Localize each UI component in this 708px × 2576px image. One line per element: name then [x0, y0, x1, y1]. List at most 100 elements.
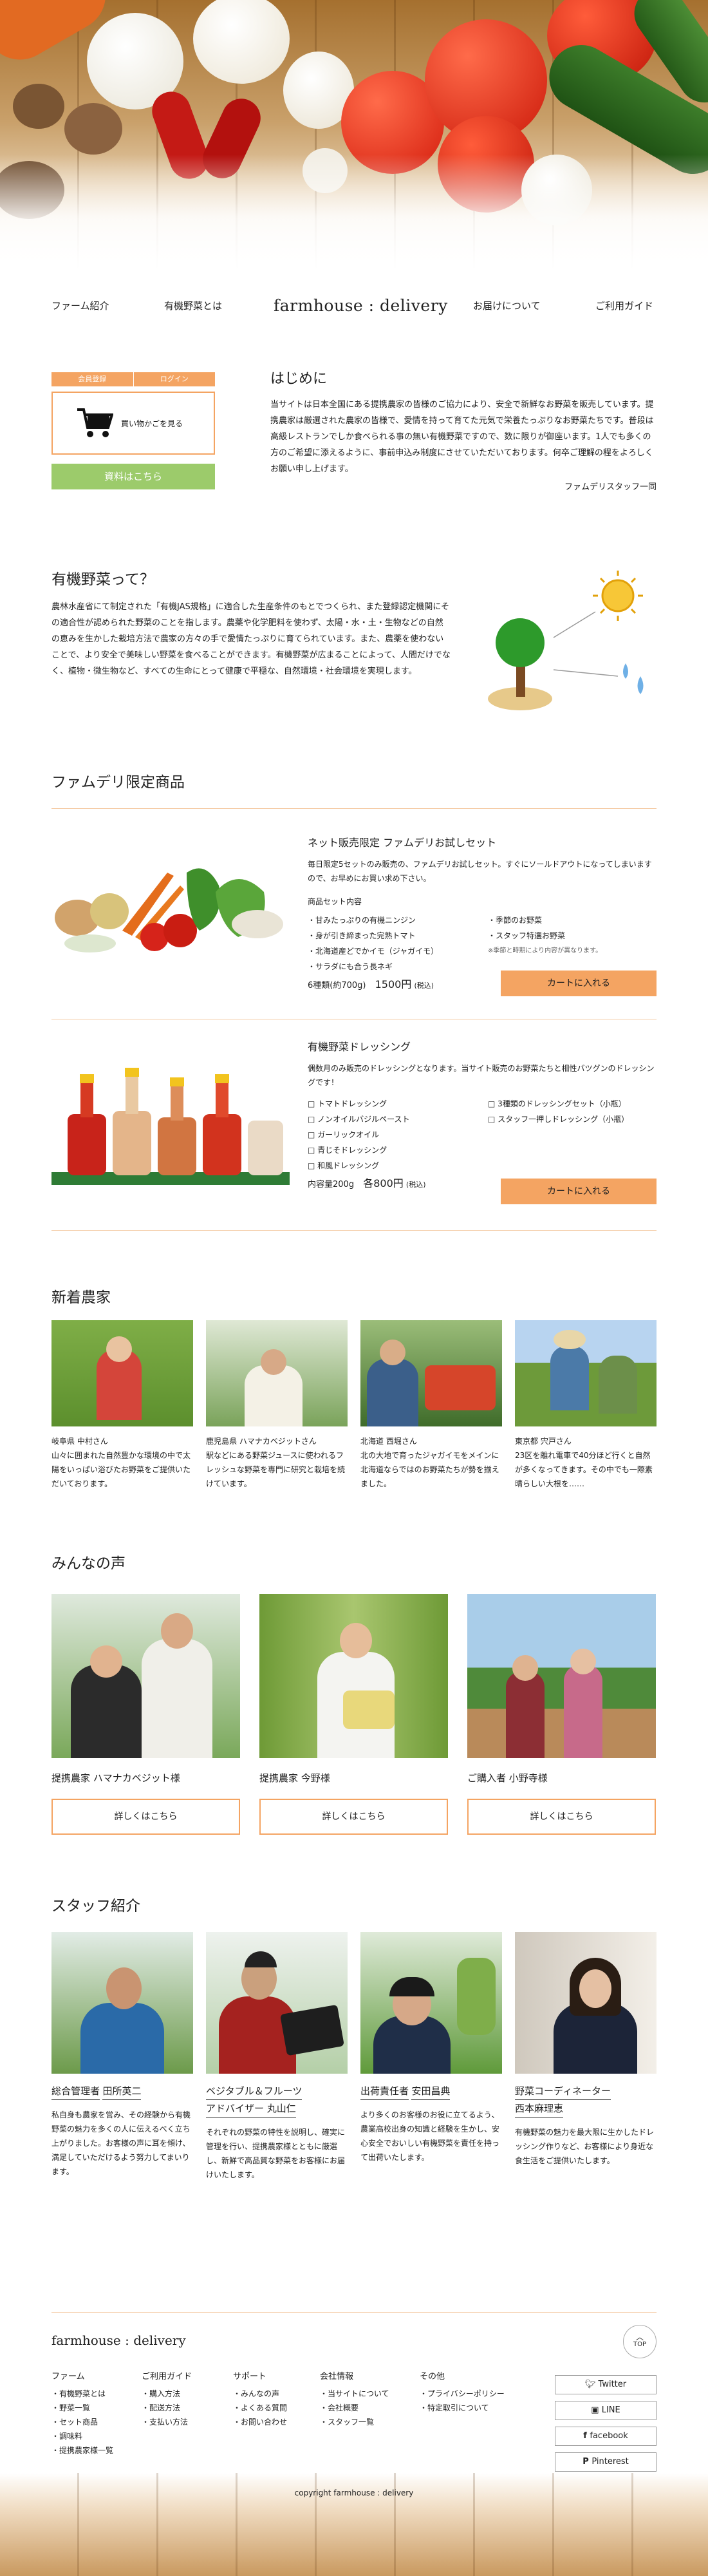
footer-link[interactable]: ・当サイトについて	[320, 2387, 389, 2401]
staff-role: 野菜コーディネーター	[515, 2083, 611, 2100]
voice-photo	[467, 1594, 656, 1758]
voice-card: 提携農家 今野様 詳しくはこちら	[259, 1594, 448, 1835]
facebook-label: facebook	[590, 2431, 628, 2441]
product-item: □ ガーリックオイル	[308, 1130, 380, 1139]
arrow-line	[553, 669, 619, 677]
product-item: ・甘みたっぷりの有機ニンジン	[308, 916, 416, 925]
more-button[interactable]: 詳しくはこちら	[259, 1799, 448, 1835]
footer-link[interactable]: ・提携農家様一覧	[51, 2443, 113, 2458]
intro-section: はじめに 当サイトは日本全国にある提携農家の皆様のご協力により、安全で新鮮なお野…	[270, 367, 657, 492]
chevron-up-icon: ︿	[635, 2333, 644, 2342]
login-button[interactable]: ログイン	[133, 372, 215, 386]
shopping-cart-icon	[77, 408, 113, 437]
product-title: ネット販売限定 ファムデリお試しセット	[308, 837, 497, 849]
documents-button[interactable]: 資料はこちら	[51, 464, 215, 489]
footer-link[interactable]: ・セット商品	[51, 2415, 113, 2429]
staff-photo	[51, 1932, 193, 2074]
footer-link[interactable]: ・特定取引について	[420, 2401, 505, 2415]
staff-text: それぞれの野菜の特性を説明し、確実に管理を行い、提携農家様とともに厳選し、新鮮で…	[206, 2128, 346, 2179]
organic-body: 農林水産省にて制定された「有機JAS規格」に適合した生産条件のもとでつくられ、ま…	[51, 602, 451, 676]
mushroom-image	[13, 84, 64, 129]
copyright: copyright farmhouse : delivery	[294, 2488, 414, 2497]
product-price: 各800円	[363, 1177, 404, 1189]
limited-title: ファムデリ限定商品	[51, 774, 185, 791]
add-to-cart-button[interactable]: カートに入れる	[501, 1179, 657, 1204]
footer: farmhouse : delivery ︿ TOP ファーム ・有機野菜とは …	[51, 2318, 657, 2472]
staff-text: より多くのお客様のお役に立てるよう、農業高校出身の知識と経験を生かし、安心安全で…	[360, 2110, 500, 2162]
footer-link[interactable]: ・有機野菜とは	[51, 2387, 113, 2401]
staff-grid: 総合管理者 田所英二 私自身も農家を営み、その経験から有機野菜の魅力を多くの人に…	[51, 1932, 657, 2182]
staff-text: 有機野菜の魅力を最大限に生かしたドレッシング作りなど、お客様により身近な食生活を…	[515, 2128, 655, 2165]
more-button[interactable]: 詳しくはこちら	[467, 1799, 656, 1835]
voice-name: 提携農家 今野様	[259, 1772, 330, 1784]
footer-link[interactable]: ・支払い方法	[142, 2415, 192, 2429]
farmer-card[interactable]: 北海道 西堀さん 北の大地で育ったジャガイモをメインに北海道ならではのお野菜たちが…	[360, 1320, 502, 1491]
dressing-bottles-image	[51, 1068, 290, 1185]
footer-link[interactable]: ・調味料	[51, 2429, 113, 2443]
footer-link[interactable]: ・よくある質問	[233, 2401, 287, 2415]
footer-link[interactable]: ・野菜一覧	[51, 2401, 113, 2415]
twitter-label: Twitter	[598, 2380, 627, 2389]
top-label: TOP	[633, 2341, 646, 2348]
staff-role: 総合管理者	[51, 2083, 100, 2100]
register-button[interactable]: 会員登録	[51, 372, 133, 386]
footer-link[interactable]: ・配送方法	[142, 2401, 192, 2415]
farmer-name: 東京都 宍戸さん	[515, 1437, 572, 1446]
site-logo[interactable]: farmhouse : delivery	[274, 293, 448, 319]
line-button[interactable]: ▣ LINE	[555, 2401, 657, 2420]
product-tax: (税込)	[405, 1180, 426, 1189]
staff-photo	[360, 1932, 502, 2074]
footer-link[interactable]: ・お問い合わせ	[233, 2415, 287, 2429]
product-trial-set: ネット販売限定 ファムデリお試しセット 毎日限定5セットのみ販売の、ファムデリお…	[51, 821, 657, 1011]
farmer-card[interactable]: 東京都 宍戸さん 23区を離れ電車で40分ほど行くと自然が多くなってきます。その中…	[515, 1320, 657, 1491]
more-button[interactable]: 詳しくはこちら	[51, 1799, 240, 1835]
product-item: □ 3種類のドレッシングセット（小瓶）	[488, 1099, 626, 1108]
nature-illustration	[488, 571, 644, 710]
product-item: ・サラダにも合う長ネギ	[308, 962, 393, 971]
divider	[51, 808, 657, 809]
footer-divider	[51, 2312, 657, 2313]
footer-link[interactable]: ・みんなの声	[233, 2387, 287, 2401]
voice-card: ご購入者 小野寺様 詳しくはこちら	[467, 1594, 656, 1835]
nav-guide[interactable]: ご利用ガイド	[595, 293, 653, 319]
staff-photo	[515, 1932, 657, 2074]
farmer-card[interactable]: 岐阜県 中村さん 山々に囲まれた自然豊かな環境の中で太陽をいっぱい浴びたお野菜をご…	[51, 1320, 193, 1491]
nav-organic[interactable]: 有機野菜とは	[164, 293, 222, 319]
product-desc: 毎日限定5セットのみ販売の、ファムデリお試しセット。すぐにソールドアウトになって…	[308, 860, 652, 883]
nav-delivery[interactable]: お届けについて	[473, 293, 541, 319]
add-to-cart-button[interactable]: カートに入れる	[501, 971, 657, 996]
intro-signature: ファムデリスタッフ一同	[564, 482, 657, 492]
tree-crown	[496, 618, 545, 667]
water-drop-icon	[623, 663, 628, 679]
divider	[51, 1230, 657, 1231]
vegetable-set-image	[55, 868, 283, 952]
product-tax: (税込)	[414, 981, 434, 990]
twitter-button[interactable]: 🐦︎ Twitter	[555, 2375, 657, 2394]
product-item: □ 青じそドレッシング	[308, 1146, 387, 1155]
pinterest-button[interactable]: P Pinterest	[555, 2452, 657, 2472]
footer-link[interactable]: ・スタッフ一覧	[320, 2415, 389, 2429]
footer-link[interactable]: ・購入方法	[142, 2387, 192, 2401]
product-item: ・身が引き締まった完熟トマト	[308, 931, 416, 940]
farmer-text: 駅などにある野菜ジュースに使われるフレッシュな野菜を専門に研究と栽培を続けていま…	[206, 1451, 346, 1488]
arrow-line	[553, 611, 596, 638]
mushroom-image	[64, 103, 122, 155]
organic-section: 有機野菜って？ 農林水産省にて制定された「有機JAS規格」に適合した生産条件のも…	[51, 567, 451, 679]
twitter-icon: 🐦︎	[584, 2380, 599, 2389]
voices-title: みんなの声	[51, 1555, 126, 1572]
nav-farm[interactable]: ファーム紹介	[51, 293, 109, 319]
voice-name: 提携農家 ハマナカベジット様	[51, 1772, 180, 1784]
footer-link[interactable]: ・プライバシーポリシー	[420, 2387, 505, 2401]
cart-button[interactable]: 買い物かごを見る	[51, 392, 215, 455]
member-box: 会員登録 ログイン 買い物かごを見る 資料はこちら	[51, 372, 215, 489]
footer-col-title: サポート	[233, 2372, 267, 2382]
back-to-top-button[interactable]: ︿ TOP	[623, 2325, 657, 2358]
sun-icon	[601, 579, 635, 612]
facebook-button[interactable]: f facebook	[555, 2427, 657, 2446]
farmer-card[interactable]: 鹿児島県 ハマナカベジットさん 駅などにある野菜ジュースに使われるフレッシュな野菜…	[206, 1320, 348, 1491]
footer-logo[interactable]: farmhouse : delivery	[51, 2333, 657, 2348]
footer-link[interactable]: ・会社概要	[320, 2401, 389, 2415]
staff-name: 安田昌典	[411, 2083, 451, 2100]
product-spec: 6種類(約700g)	[308, 981, 366, 990]
footer-col-support: サポート ・みんなの声 ・よくある質問 ・お問い合わせ	[233, 2370, 287, 2429]
